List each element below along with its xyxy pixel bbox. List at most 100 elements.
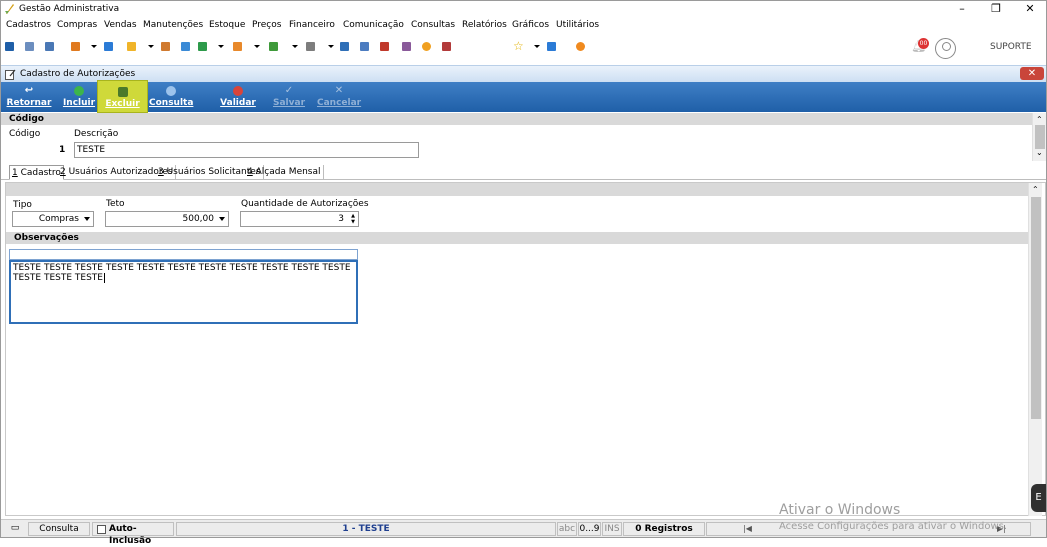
descricao-field[interactable]: TESTE	[74, 142, 419, 158]
chevron-down-icon[interactable]	[254, 45, 260, 48]
menu-graficos[interactable]: Gráficos	[512, 20, 549, 30]
observacoes-textarea[interactable]: TESTE TESTE TESTE TESTE TESTE TESTE TEST…	[9, 260, 358, 324]
tab-strip: 1 Cadastro 2 Usuários Autorizadores 3 Us…	[1, 164, 1046, 180]
window-icon[interactable]	[547, 42, 556, 51]
chevron-down-icon[interactable]	[148, 45, 154, 48]
status-registros: 0 Registros	[623, 522, 705, 536]
help-icon[interactable]	[576, 42, 585, 51]
checkbox-icon	[97, 525, 106, 534]
status-mode: Consulta	[28, 522, 90, 536]
quantidade-stepper[interactable]: 3 ▲ ▼	[240, 211, 359, 227]
scrollbar-thumb[interactable]	[1031, 197, 1041, 419]
chevron-down-icon	[219, 217, 225, 221]
codigo-value: 1	[59, 145, 66, 155]
menu-financeiro[interactable]: Financeiro	[289, 20, 335, 30]
menu-estoque[interactable]: Estoque	[209, 20, 245, 30]
spreadsheet-icon[interactable]	[340, 42, 349, 51]
menu-compras[interactable]: Compras	[57, 20, 97, 30]
chevron-down-icon[interactable]	[328, 45, 334, 48]
side-tab-icon[interactable]: E	[1031, 484, 1046, 512]
menu-comunicacao[interactable]: Comunicação	[343, 20, 404, 30]
scrollbar-thumb[interactable]	[1035, 125, 1045, 149]
activation-watermark-title: Ativar o Windows	[779, 502, 901, 518]
package-icon[interactable]	[233, 42, 242, 51]
menu-manutencoes[interactable]: Manutenções	[143, 20, 203, 30]
teto-label: Teto	[106, 199, 125, 209]
chevron-down-icon[interactable]	[91, 45, 97, 48]
star-icon[interactable]: ☆	[513, 39, 524, 53]
status-record: 1 - TESTE	[176, 522, 556, 536]
menu-bar: Cadastros Compras Vendas Manutenções Est…	[1, 18, 1046, 34]
panel-scrollbar[interactable]: ⌃	[1028, 183, 1042, 516]
status-ins: INS	[602, 522, 622, 536]
chevron-down-icon	[84, 217, 90, 221]
folder-icon[interactable]	[5, 42, 14, 51]
header-scrollbar[interactable]: ⌃ ⌄	[1032, 113, 1046, 161]
notification-badge: 00	[918, 38, 929, 49]
tools-icon[interactable]	[71, 42, 80, 51]
tab-alcada-mensal[interactable]: 4 Alçada Mensal	[245, 165, 324, 180]
delete-icon	[117, 87, 128, 97]
tab-label: Cadastro	[17, 168, 61, 178]
cancelar-button[interactable]: ✕ Cancelar	[317, 84, 361, 111]
tab-cadastro[interactable]: 1 Cadastro	[9, 165, 64, 180]
menu-utilitarios[interactable]: Utilitários	[556, 20, 599, 30]
incluir-button[interactable]: Incluir	[61, 84, 97, 111]
observacoes-text: TESTE TESTE TESTE TESTE TESTE TESTE TEST…	[13, 263, 351, 283]
report-icon[interactable]	[442, 42, 451, 51]
menu-consultas[interactable]: Consultas	[411, 20, 455, 30]
quantidade-value: 3	[338, 214, 344, 224]
spinner-arrows-icon[interactable]: ▲ ▼	[349, 213, 357, 225]
form-close-button[interactable]: ✕	[1020, 67, 1044, 80]
calculator-icon[interactable]	[360, 42, 369, 51]
panel-header	[6, 183, 1028, 196]
box-icon[interactable]	[127, 42, 136, 51]
validar-button[interactable]: Validar	[219, 84, 257, 111]
app-logo-icon	[5, 4, 14, 14]
descricao-label: Descrição	[74, 129, 119, 139]
calendar-icon[interactable]	[380, 42, 389, 51]
retornar-button[interactable]: ↩ Retornar	[6, 84, 52, 111]
auto-inclusao-label: Auto-Inclusão	[109, 524, 152, 546]
chevron-down-icon[interactable]	[534, 45, 540, 48]
app-window: Gestão Administrativa – ❐ ✕ Cadastros Co…	[0, 0, 1047, 546]
tipo-label: Tipo	[13, 200, 32, 210]
printer-icon[interactable]	[306, 42, 315, 51]
restore-button[interactable]: ❐	[979, 1, 1013, 18]
menu-vendas[interactable]: Vendas	[104, 20, 137, 30]
users-icon[interactable]	[25, 42, 34, 51]
auto-inclusao-checkbox[interactable]: Auto-Inclusão	[92, 522, 174, 546]
observacoes-section-header: Observações	[6, 232, 1028, 244]
activation-watermark-text: Acesse Configurações para ativar o Windo…	[779, 521, 1008, 532]
main-toolbar: ☆	[1, 35, 1046, 59]
money-icon[interactable]	[269, 42, 278, 51]
minimize-button[interactable]: –	[945, 1, 979, 18]
scroll-up-icon[interactable]: ⌃	[1036, 115, 1043, 124]
consulta-button[interactable]: Consulta	[149, 84, 193, 111]
scroll-down-icon[interactable]: ⌄	[1036, 148, 1043, 157]
excluir-button[interactable]: Excluir	[97, 80, 148, 113]
cart-icon[interactable]	[198, 42, 207, 51]
scroll-up-icon[interactable]: ⌃	[1032, 185, 1039, 194]
text-cursor	[103, 273, 105, 283]
salvar-button[interactable]: ✓ Salvar	[271, 84, 307, 111]
user-name[interactable]: SUPORTE	[990, 42, 1032, 52]
teto-field[interactable]: 500,00	[105, 211, 229, 227]
close-window-button[interactable]: ✕	[1013, 1, 1047, 18]
menu-cadastros[interactable]: Cadastros	[6, 20, 51, 30]
clock-icon[interactable]	[422, 42, 431, 51]
clipboard-icon[interactable]	[181, 42, 190, 51]
chart-icon[interactable]	[402, 42, 411, 51]
card-icon[interactable]	[45, 42, 54, 51]
save-icon: ✓	[284, 85, 294, 96]
tipo-select[interactable]: Compras	[12, 211, 94, 227]
chevron-down-icon[interactable]	[292, 45, 298, 48]
person-icon[interactable]	[161, 42, 170, 51]
user-avatar-icon[interactable]	[935, 38, 956, 59]
document-icon[interactable]	[104, 42, 113, 51]
menu-relatorios[interactable]: Relatórios	[462, 20, 507, 30]
add-icon	[74, 86, 84, 96]
first-record-button[interactable]: |◀	[743, 524, 752, 533]
menu-precos[interactable]: Preços	[252, 20, 281, 30]
chevron-down-icon[interactable]	[218, 45, 224, 48]
